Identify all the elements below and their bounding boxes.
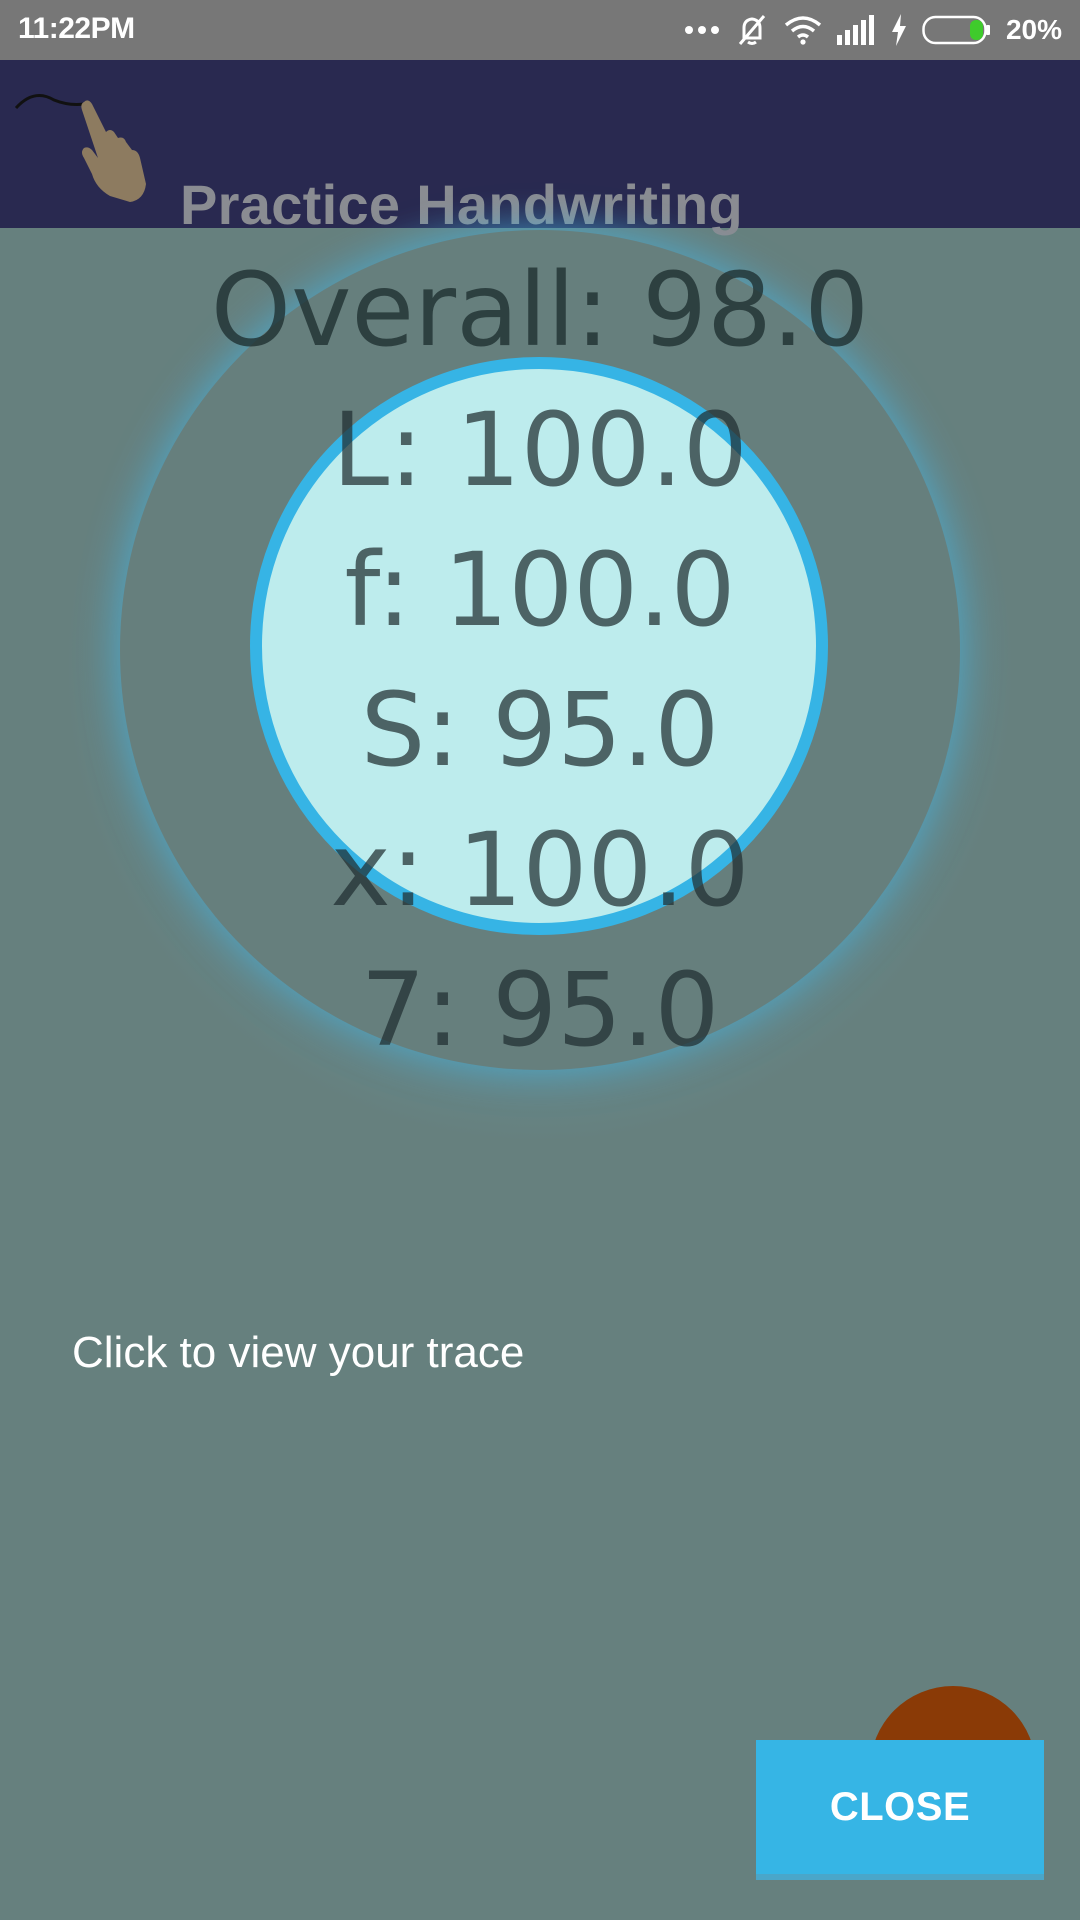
score-item: L: 100.0 (332, 391, 748, 510)
wifi-icon (784, 15, 822, 45)
status-time: 11:22PM (18, 12, 135, 45)
view-trace-link[interactable]: Click to view your trace (72, 1328, 524, 1378)
score-item: x: 100.0 (330, 811, 750, 930)
more-dots-icon (684, 24, 720, 36)
battery-icon (922, 15, 992, 45)
score-overall: Overall: 98.0 (210, 251, 870, 370)
mute-icon (734, 12, 770, 48)
status-bar: 11:22PM 20% (0, 0, 1080, 60)
status-icons: 20% (684, 10, 1062, 50)
charging-icon (890, 14, 908, 46)
score-item: f: 100.0 (344, 531, 736, 650)
hand-pen-icon (14, 88, 154, 208)
close-button[interactable]: CLOSE (756, 1740, 1044, 1880)
score-item: S: 95.0 (360, 671, 720, 790)
battery-percent: 20% (1005, 14, 1062, 45)
app-bar: Practice Handwriting (0, 60, 1080, 236)
signal-icon (836, 15, 876, 45)
app-title: Practice Handwriting (180, 173, 744, 236)
score-item: 7: 95.0 (360, 951, 720, 1070)
